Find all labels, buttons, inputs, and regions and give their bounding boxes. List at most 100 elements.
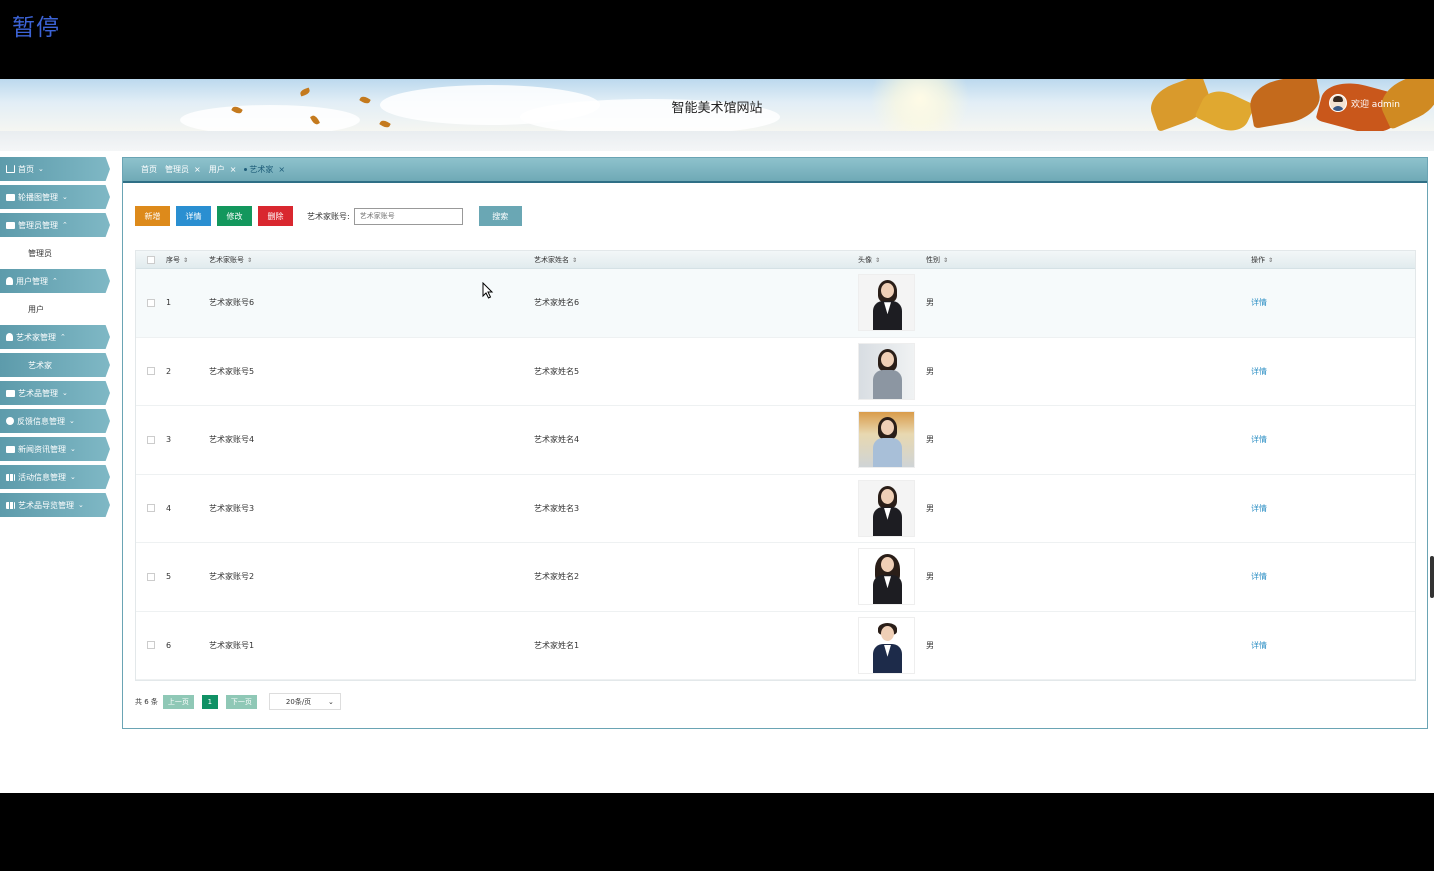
sidebar-item-activity[interactable]: 活动信息管理 ⌄	[0, 465, 110, 489]
row-detail-link[interactable]: 详情	[1251, 641, 1267, 650]
sidebar: 首页 ⌄ 轮播图管理 ⌄ 管理员管理 ⌃ 管理员 用户管理 ⌃ 用户 艺术家管理 ⌃ 艺术…	[0, 157, 112, 521]
sort-icon: ⇕	[572, 256, 578, 264]
sort-icon: ⇕	[875, 256, 881, 264]
cell-name: 艺术家姓名5	[534, 366, 580, 376]
artwork-icon	[6, 389, 15, 397]
sidebar-sub-user[interactable]: 用户	[0, 297, 110, 321]
prev-page-button[interactable]: 上一页	[162, 694, 194, 709]
cell-name: 艺术家姓名3	[534, 503, 580, 513]
site-title: 智能美术馆网站	[671, 101, 763, 116]
sidebar-item-artwork[interactable]: 艺术品管理 ⌄	[0, 381, 110, 405]
table-row[interactable]: 1 艺术家账号6 艺术家姓名6 男 详情	[136, 269, 1415, 338]
tab-home[interactable]: 首页	[141, 164, 157, 175]
artist-photo	[858, 342, 915, 400]
row-detail-link[interactable]: 详情	[1251, 298, 1267, 307]
search-input[interactable]	[353, 207, 463, 225]
search-button[interactable]: 搜索	[478, 206, 522, 226]
artist-photo	[858, 411, 915, 469]
sidebar-item-artist[interactable]: 艺术家管理 ⌃	[0, 325, 110, 349]
row-detail-link[interactable]: 详情	[1251, 435, 1267, 444]
activity-icon	[6, 473, 15, 481]
sidebar-item-news[interactable]: 新闻资讯管理 ⌄	[0, 437, 110, 461]
chevron-down-icon: ⌄	[328, 697, 334, 706]
toolbar: 新增 详情 修改 删除 艺术家账号: 搜索	[135, 206, 522, 226]
row-detail-link[interactable]: 详情	[1251, 572, 1267, 581]
tab-admin[interactable]: 管理员 ×	[165, 164, 201, 175]
cell-sex: 男	[926, 503, 934, 513]
cell-name: 艺术家姓名2	[534, 572, 580, 582]
row-checkbox[interactable]	[147, 435, 155, 444]
col-header-sex[interactable]: 性别 ⇕	[926, 255, 1251, 265]
add-button[interactable]: 新增	[135, 206, 170, 226]
sidebar-sub-artist[interactable]: 艺术家	[0, 353, 110, 377]
sidebar-item-home[interactable]: 首页 ⌄	[0, 157, 110, 181]
table-row[interactable]: 6 艺术家账号1 艺术家姓名1 男 详情	[136, 612, 1415, 680]
row-checkbox[interactable]	[147, 504, 155, 513]
row-detail-link[interactable]: 详情	[1251, 504, 1267, 513]
col-header-account[interactable]: 艺术家账号 ⇕	[209, 255, 534, 265]
artist-photo	[858, 616, 915, 674]
tab-bar: 首页 管理员 × 用户 × 艺术家 ×	[123, 158, 1427, 183]
col-header-name[interactable]: 艺术家姓名 ⇕	[534, 255, 858, 265]
table-row[interactable]: 3 艺术家账号4 艺术家姓名4 男 详情	[136, 406, 1415, 475]
cell-name: 艺术家姓名6	[534, 298, 580, 308]
cell-sex: 男	[926, 298, 934, 308]
admin-icon	[6, 221, 15, 229]
col-header-photo[interactable]: 头像 ⇕	[858, 255, 926, 265]
cell-sex: 男	[926, 640, 934, 650]
user-menu[interactable]: 欢迎 admin	[1328, 94, 1400, 112]
close-icon[interactable]: ×	[278, 165, 285, 174]
mouse-cursor-icon	[482, 282, 494, 299]
total-count: 共 6 条	[135, 697, 158, 706]
tab-user[interactable]: 用户 ×	[209, 164, 237, 175]
cell-name: 艺术家姓名1	[534, 640, 580, 650]
page-size-select[interactable]: 20条/页 ⌄	[268, 693, 341, 710]
next-page-button[interactable]: 下一页	[225, 694, 257, 709]
col-header-op[interactable]: 操作 ⇕	[1251, 255, 1411, 265]
sidebar-item-guide[interactable]: 艺术品导览管理 ⌄	[0, 493, 110, 517]
scrollbar-thumb[interactable]	[1430, 556, 1434, 598]
user-avatar-icon	[1328, 94, 1347, 112]
artist-icon	[6, 333, 13, 341]
user-icon	[6, 277, 13, 285]
row-checkbox[interactable]	[147, 367, 155, 376]
detail-button[interactable]: 详情	[176, 206, 211, 226]
artist-photo	[858, 548, 915, 606]
sidebar-item-user[interactable]: 用户管理 ⌃	[0, 269, 110, 293]
sidebar-item-feedback[interactable]: 反馈信息管理 ⌄	[0, 409, 110, 433]
row-checkbox[interactable]	[147, 572, 155, 581]
cell-no: 1	[166, 298, 172, 308]
cell-no: 5	[166, 572, 172, 582]
table-row[interactable]: 4 艺术家账号3 艺术家姓名3 男 详情	[136, 475, 1415, 543]
cell-no: 2	[166, 366, 172, 376]
cell-no: 3	[166, 435, 172, 445]
sidebar-sub-admin[interactable]: 管理员	[0, 241, 110, 265]
row-checkbox[interactable]	[147, 298, 155, 307]
sidebar-item-admin[interactable]: 管理员管理 ⌃	[0, 213, 110, 237]
tab-artist[interactable]: 艺术家 ×	[244, 164, 285, 175]
row-detail-link[interactable]: 详情	[1251, 367, 1267, 376]
cell-sex: 男	[926, 435, 934, 445]
delete-button[interactable]: 删除	[258, 206, 293, 226]
close-icon[interactable]: ×	[230, 165, 237, 174]
table-row[interactable]: 2 艺术家账号5 艺术家姓名5 男 详情	[136, 338, 1415, 406]
guide-icon	[6, 501, 15, 509]
home-icon	[6, 165, 15, 173]
banner-strip	[0, 131, 1434, 151]
sort-icon: ⇕	[247, 256, 253, 264]
current-page[interactable]: 1	[201, 694, 218, 709]
close-icon[interactable]: ×	[194, 165, 201, 174]
main-panel: 首页 管理员× 用户× 艺术家× 新增 详情 修改 删除 艺术家账号: 搜索 序…	[122, 157, 1428, 729]
welcome-text: 欢迎 admin	[1350, 99, 1400, 110]
edit-button[interactable]: 修改	[217, 206, 252, 226]
row-checkbox[interactable]	[147, 641, 155, 650]
header-banner: 智能美术馆网站 欢迎 admin	[0, 79, 1434, 131]
cell-sex: 男	[926, 366, 934, 376]
artist-photo	[858, 479, 915, 537]
cell-account: 艺术家账号5	[209, 366, 255, 376]
table-row[interactable]: 5 艺术家账号2 艺术家姓名2 男 详情	[136, 543, 1415, 612]
select-all-checkbox[interactable]	[147, 255, 155, 264]
col-header-no[interactable]: 序号 ⇕	[166, 255, 209, 265]
cell-no: 4	[166, 503, 172, 513]
sidebar-item-carousel[interactable]: 轮播图管理 ⌄	[0, 185, 110, 209]
